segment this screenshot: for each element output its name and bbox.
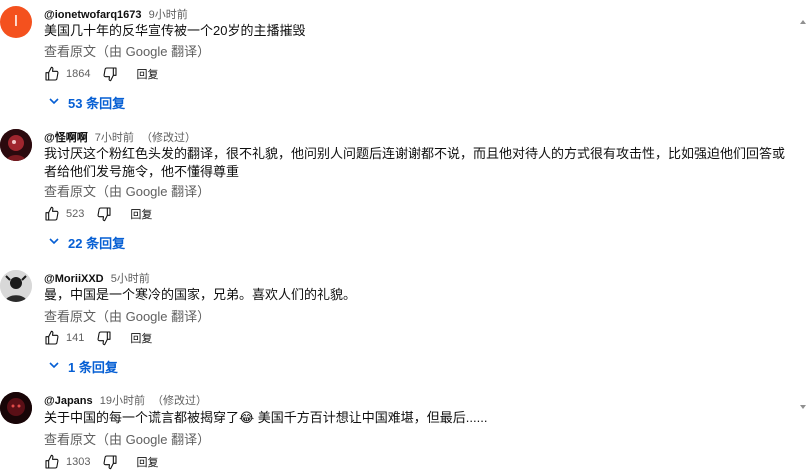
reply-button[interactable]: 回复 [130,330,152,346]
comment-header: @Japans 19小时前 （修改过） [44,392,207,408]
translate-link[interactable]: 查看原文（由 Google 翻译） [44,41,210,60]
avatar[interactable] [0,392,32,424]
comment-text: 美国几十年的反华宣传被一个20岁的主播摧毁 [44,23,306,38]
reply-button[interactable]: 回复 [136,66,158,82]
like-count: 141 [66,332,85,344]
scroll-up-arrow[interactable] [800,20,806,24]
like-count: 1864 [66,68,91,80]
like-count: 523 [66,208,85,220]
author-name[interactable]: @MoriiXXD [44,273,104,285]
dislike-icon[interactable] [102,66,118,82]
author-name[interactable]: @怪啊啊 [44,132,88,144]
author-name[interactable]: @Japans [44,395,93,407]
avatar[interactable] [0,129,32,161]
view-replies-button[interactable]: 1 条回复 [48,357,118,376]
replies-count: 53 条回复 [68,96,126,111]
like-icon[interactable] [44,454,60,470]
comment-text: 我讨厌这个粉红色头发的翻译，很不礼貌，他问别人问题后连谢谢都不说，而且他对待人的… [44,146,786,179]
dislike-icon[interactable] [96,206,112,222]
translate-link[interactable]: 查看原文（由 Google 翻译） [44,306,210,325]
replies-count: 1 条回复 [68,360,118,375]
chevron-down-icon [48,359,68,374]
action-bar: 1303 回复 [44,452,158,472]
comment-time[interactable]: 19小时前 [100,395,145,407]
translate-link[interactable]: 查看原文（由 Google 翻译） [44,429,210,448]
view-replies-button[interactable]: 53 条回复 [48,93,125,112]
edited-label: （修改过） [152,395,208,407]
avatar[interactable]: I [0,6,32,38]
comment-text: 关于中国的每一个谎言都被揭穿了😂 美国千方百计想让中国难堪，但最后...... [44,410,488,425]
comment-time[interactable]: 9小时前 [149,9,188,21]
reply-button[interactable]: 回复 [130,206,152,222]
comment-time[interactable]: 5小时前 [111,273,150,285]
scroll-down-arrow[interactable] [800,405,806,409]
chevron-down-icon [48,95,68,110]
dislike-icon[interactable] [102,454,118,470]
author-name[interactable]: @ionetwofarq1673 [44,9,142,21]
action-bar: 141 回复 [44,328,152,348]
action-bar: 523 回复 [44,204,152,224]
comment-header: @怪啊啊 7小时前 （修改过） [44,129,196,145]
view-replies-button[interactable]: 22 条回复 [48,233,125,252]
replies-count: 22 条回复 [68,236,126,251]
like-icon[interactable] [44,206,60,222]
action-bar: 1864 回复 [44,64,158,84]
comment-text: 曼，中国是一个寒冷的国家，兄弟。喜欢人们的礼貌。 [44,287,357,302]
dislike-icon[interactable] [96,330,112,346]
reply-button[interactable]: 回复 [136,454,158,470]
comment-header: @MoriiXXD 5小时前 [44,270,150,286]
chevron-down-icon [48,235,68,250]
comment-time[interactable]: 7小时前 [95,132,134,144]
avatar[interactable] [0,270,32,302]
avatar-letter: I [13,13,19,30]
like-icon[interactable] [44,66,60,82]
translate-link[interactable]: 查看原文（由 Google 翻译） [44,181,210,200]
like-icon[interactable] [44,330,60,346]
scrollbar[interactable] [799,0,807,469]
comment-header: @ionetwofarq1673 9小时前 [44,6,188,22]
like-count: 1303 [66,456,91,468]
edited-label: （修改过） [140,132,196,144]
